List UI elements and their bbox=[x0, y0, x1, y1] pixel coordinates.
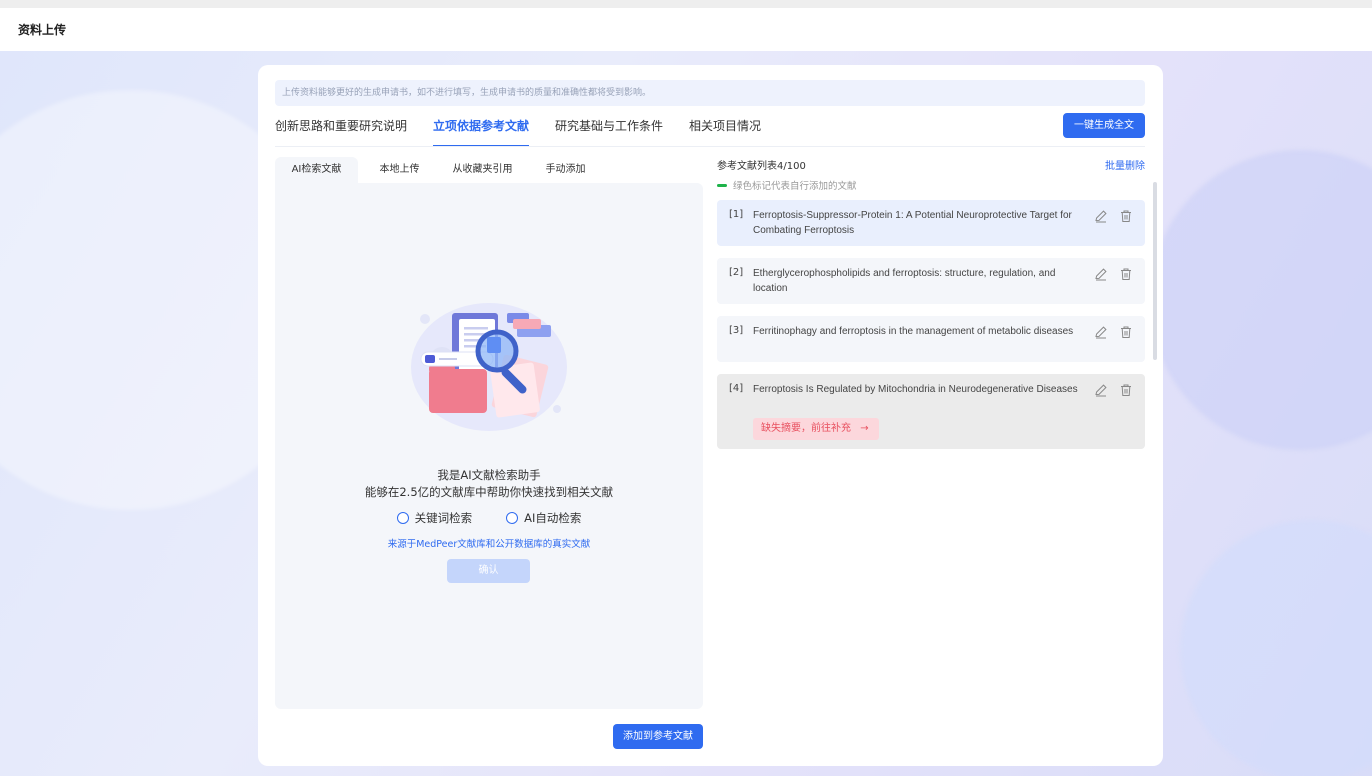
tab-research-basis[interactable]: 研究基础与工作条件 bbox=[555, 115, 663, 147]
ai-auto-search-label: AI自动检索 bbox=[524, 511, 582, 525]
reference-item[interactable]: [3] Ferritinophagy and ferroptosis in th… bbox=[717, 316, 1145, 362]
page-header: 资料上传 bbox=[0, 8, 1372, 51]
tab-references[interactable]: 立项依据参考文献 bbox=[433, 115, 530, 147]
reference-list-scrollbar[interactable] bbox=[1153, 182, 1157, 360]
source-note: 来源于MedPeer文献库和公开数据库的真实文献 bbox=[387, 539, 591, 550]
window-top-strip bbox=[0, 0, 1372, 8]
reference-count: 参考文献列表4/100 bbox=[717, 161, 806, 172]
legend-text: 绿色标记代表自行添加的文献 bbox=[733, 181, 857, 192]
reference-title: Ferroptosis Is Regulated by Mitochondria… bbox=[753, 384, 1078, 395]
arrow-right-icon: → bbox=[860, 423, 869, 434]
radio-circle-icon bbox=[506, 512, 519, 524]
add-to-references-button[interactable]: 添加到参考文献 bbox=[613, 724, 703, 749]
tabs-divider bbox=[275, 146, 1145, 147]
sub-tabs: AI检索文献 本地上传 从收藏夹引用 手动添加 bbox=[275, 157, 703, 183]
reference-title: Etherglycerophospholipids and ferroptosi… bbox=[753, 268, 1056, 294]
generate-full-text-button[interactable]: 一键生成全文 bbox=[1063, 113, 1145, 138]
batch-delete-button[interactable]: 批量删除 bbox=[1105, 157, 1145, 172]
reference-item[interactable]: [2] Etherglycerophospholipids and ferrop… bbox=[717, 258, 1145, 304]
keyword-search-label: 关键词检索 bbox=[414, 511, 473, 525]
reference-title: Ferritinophagy and ferroptosis in the ma… bbox=[753, 326, 1074, 337]
delete-icon[interactable] bbox=[1119, 267, 1133, 281]
assistant-title: 我是AI文献检索助手 bbox=[437, 468, 541, 482]
reference-number: [1] bbox=[729, 209, 744, 220]
tab-innovation[interactable]: 创新思路和重要研究说明 bbox=[275, 115, 407, 147]
reference-title: Ferroptosis-Suppressor-Protein 1: A Pote… bbox=[753, 210, 1072, 236]
keyword-search-radio[interactable]: 关键词检索 bbox=[396, 510, 473, 526]
upload-card: 上传资料能够更好的生成申请书，如不进行填写，生成申请书的质量和准确性都将受到影响… bbox=[258, 65, 1163, 766]
reference-number: [4] bbox=[729, 383, 744, 394]
ai-search-area: 我是AI文献检索助手 能够在2.5亿的文献库中帮助你快速找到相关文献 关键词检索… bbox=[275, 183, 703, 709]
delete-icon[interactable] bbox=[1119, 325, 1133, 339]
subtab-ai-search[interactable]: AI检索文献 bbox=[275, 157, 358, 183]
edit-icon[interactable] bbox=[1094, 325, 1108, 339]
green-marker-icon bbox=[717, 183, 727, 187]
search-panel: AI检索文献 本地上传 从收藏夹引用 手动添加 我是AI文献检索助手 能够在2.… bbox=[275, 157, 703, 709]
legend: 绿色标记代表自行添加的文献 bbox=[717, 178, 857, 192]
reference-number: [3] bbox=[729, 325, 744, 336]
search-mode-group: 关键词检索 AI自动检索 bbox=[275, 510, 703, 526]
subtab-manual-add[interactable]: 手动添加 bbox=[524, 157, 607, 183]
radio-circle-icon bbox=[396, 512, 409, 524]
reference-list-panel: 参考文献列表4/100 批量删除 绿色标记代表自行添加的文献 [1] Ferro… bbox=[717, 157, 1157, 757]
delete-icon[interactable] bbox=[1119, 209, 1133, 223]
tab-related-projects[interactable]: 相关项目情况 bbox=[689, 115, 761, 147]
delete-icon[interactable] bbox=[1119, 383, 1133, 397]
literature-search-illustration bbox=[411, 303, 567, 431]
edit-icon[interactable] bbox=[1094, 267, 1108, 281]
reference-item[interactable]: [1] Ferroptosis-Suppressor-Protein 1: A … bbox=[717, 200, 1145, 246]
main-tabs: 创新思路和重要研究说明 立项依据参考文献 研究基础与工作条件 相关项目情况 bbox=[275, 115, 787, 147]
assistant-description: 能够在2.5亿的文献库中帮助你快速找到相关文献 bbox=[364, 485, 614, 499]
subtab-from-favorites[interactable]: 从收藏夹引用 bbox=[441, 157, 524, 183]
edit-icon[interactable] bbox=[1094, 383, 1108, 397]
confirm-button[interactable]: 确认 bbox=[447, 559, 530, 583]
reference-number: [2] bbox=[729, 267, 744, 278]
missing-abstract-label: 缺失摘要，前往补充 bbox=[761, 423, 851, 434]
page-title: 资料上传 bbox=[18, 23, 67, 37]
edit-icon[interactable] bbox=[1094, 209, 1108, 223]
subtab-local-upload[interactable]: 本地上传 bbox=[358, 157, 441, 183]
notice-banner: 上传资料能够更好的生成申请书，如不进行填写，生成申请书的质量和准确性都将受到影响… bbox=[275, 80, 1145, 106]
ai-auto-search-radio[interactable]: AI自动检索 bbox=[506, 510, 581, 526]
missing-abstract-link[interactable]: 缺失摘要，前往补充 → bbox=[753, 418, 879, 440]
reference-item[interactable]: [4] Ferroptosis Is Regulated by Mitochon… bbox=[717, 374, 1145, 449]
